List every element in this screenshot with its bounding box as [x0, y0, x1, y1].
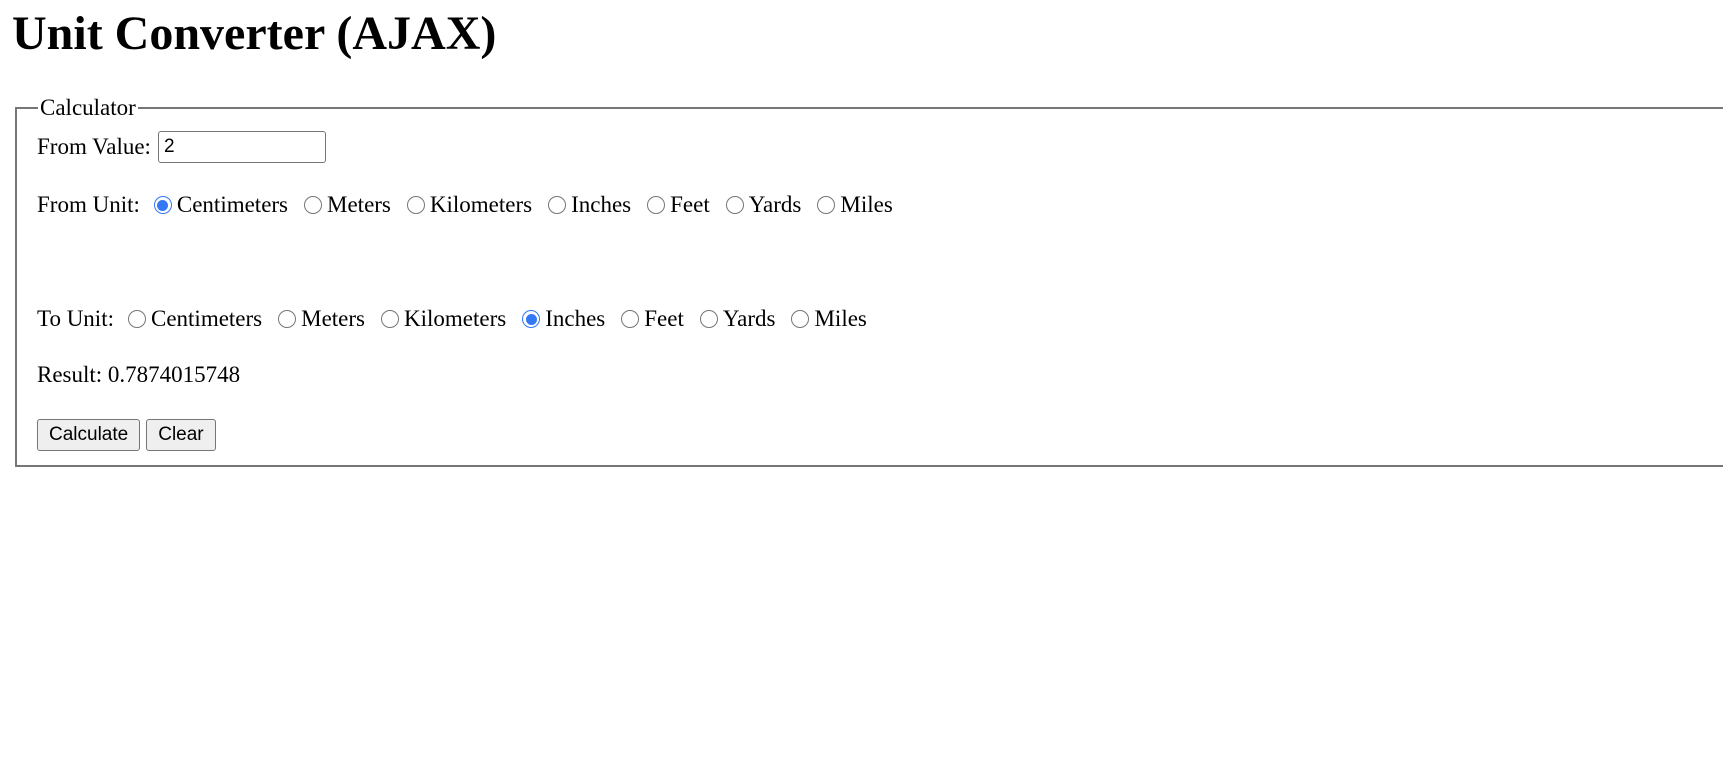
from-unit-option-miles[interactable]: Miles: [817, 191, 893, 219]
to-unit-option-label: Miles: [814, 306, 867, 331]
from-unit-radio-centimeters[interactable]: [153, 196, 172, 214]
to-unit-option-kilometers[interactable]: Kilometers: [381, 305, 506, 333]
to-unit-radio-inches[interactable]: [522, 310, 541, 328]
clear-button[interactable]: Clear: [146, 419, 216, 451]
calculator-legend: Calculator: [38, 95, 138, 121]
to-unit-option-feet[interactable]: Feet: [621, 305, 684, 333]
from-unit-option-label: Feet: [670, 192, 710, 217]
page-title: Unit Converter (AJAX): [12, 7, 497, 60]
from-unit-option-label: Kilometers: [429, 192, 533, 217]
to-unit-option-label: Meters: [301, 306, 365, 331]
to-unit-option-label: Feet: [644, 306, 684, 331]
from-value-label: From Value:: [37, 134, 151, 159]
from-unit-radio-group: Centimeters Meters Kilometers Inches Feet Yar…: [153, 191, 893, 219]
from-unit-radio-inches[interactable]: [548, 196, 567, 214]
to-unit-radio-kilometers[interactable]: [381, 310, 399, 328]
result-row: Result: 0.7874015748: [37, 361, 240, 389]
to-unit-option-label: Yards: [722, 306, 776, 331]
from-unit-radio-miles[interactable]: [817, 196, 836, 214]
to-unit-label: To Unit:: [37, 306, 114, 331]
from-unit-radio-kilometers[interactable]: [406, 196, 425, 214]
from-unit-option-label: Meters: [327, 192, 391, 217]
from-value-input[interactable]: [157, 131, 326, 163]
to-unit-option-meters[interactable]: Meters: [278, 305, 365, 333]
from-value-row: From Value:: [37, 131, 326, 163]
from-unit-option-yards[interactable]: Yards: [725, 191, 802, 219]
radio-selected-dot: [157, 199, 169, 211]
to-unit-radio-meters[interactable]: [278, 310, 297, 328]
from-unit-radio-feet[interactable]: [647, 196, 666, 214]
to-unit-row: To Unit: Centimeters Meters Kilometers Inch…: [37, 305, 867, 333]
from-unit-radio-meters[interactable]: [304, 196, 323, 214]
from-unit-option-label: Yards: [748, 192, 802, 217]
to-unit-option-yards[interactable]: Yards: [699, 305, 776, 333]
from-unit-row: From Unit: Centimeters Meters Kilometers In…: [37, 191, 893, 219]
to-unit-radio-centimeters[interactable]: [127, 310, 146, 328]
to-unit-option-miles[interactable]: Miles: [791, 305, 867, 333]
to-unit-option-label: Kilometers: [404, 306, 507, 331]
to-unit-radio-group: Centimeters Meters Kilometers Inches Feet Yar…: [127, 305, 867, 333]
from-unit-option-label: Centimeters: [176, 192, 289, 217]
to-unit-option-centimeters[interactable]: Centimeters: [127, 305, 263, 333]
from-unit-option-meters[interactable]: Meters: [304, 191, 391, 219]
result-text: Result: 0.7874015748: [37, 362, 241, 387]
to-unit-option-label: Inches: [545, 306, 606, 331]
to-unit-option-label: Centimeters: [150, 306, 263, 331]
to-unit-radio-feet[interactable]: [621, 310, 640, 328]
from-unit-option-kilometers[interactable]: Kilometers: [406, 191, 533, 219]
from-unit-option-label: Inches: [571, 192, 632, 217]
from-unit-option-inches[interactable]: Inches: [548, 191, 631, 219]
from-unit-option-centimeters[interactable]: Centimeters: [153, 191, 289, 219]
button-row: Calculate Clear: [37, 419, 222, 451]
to-unit-radio-miles[interactable]: [791, 310, 810, 328]
calculate-button[interactable]: Calculate: [37, 419, 141, 451]
from-unit-label: From Unit:: [37, 192, 140, 217]
radio-selected-dot: [525, 313, 537, 325]
from-unit-option-feet[interactable]: Feet: [647, 191, 710, 219]
to-unit-radio-yards[interactable]: [699, 310, 718, 328]
from-unit-option-label: Miles: [840, 192, 893, 217]
from-unit-radio-yards[interactable]: [725, 196, 744, 214]
to-unit-option-inches[interactable]: Inches: [522, 305, 605, 333]
calculator-fieldset: Calculator From Value: From Unit: Centim…: [15, 95, 1723, 467]
